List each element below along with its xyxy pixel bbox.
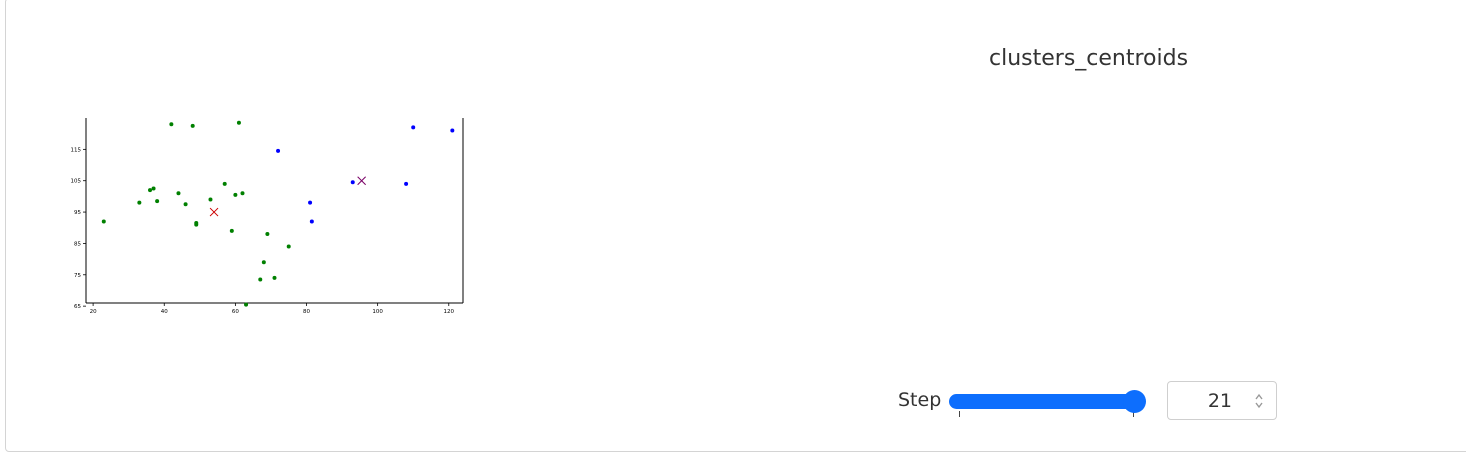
step-value[interactable]: 21 bbox=[1208, 390, 1232, 412]
x-tick-label: 120 bbox=[444, 309, 455, 315]
data-point bbox=[222, 181, 227, 186]
data-point bbox=[244, 302, 249, 307]
data-point bbox=[265, 232, 270, 237]
y-tick-label: 85 bbox=[74, 241, 81, 247]
slider-track[interactable] bbox=[949, 394, 1139, 409]
y-tick-label: 95 bbox=[74, 210, 81, 216]
data-point bbox=[236, 120, 241, 125]
data-point bbox=[404, 181, 409, 186]
centroid-marker bbox=[209, 207, 219, 217]
x-tick-label: 100 bbox=[372, 309, 383, 315]
data-point bbox=[101, 219, 106, 224]
step-label: Step bbox=[898, 389, 942, 411]
data-point bbox=[308, 200, 313, 205]
x-tick-label: 40 bbox=[161, 309, 168, 315]
data-point bbox=[169, 122, 174, 127]
data-point bbox=[148, 188, 153, 193]
data-point bbox=[229, 228, 234, 233]
data-point bbox=[258, 277, 263, 282]
data-point bbox=[176, 191, 181, 196]
data-point bbox=[155, 199, 160, 204]
data-point bbox=[350, 180, 355, 185]
data-point bbox=[272, 275, 277, 280]
centroid-marker bbox=[357, 176, 366, 186]
slider-thumb[interactable] bbox=[1123, 390, 1146, 413]
data-point bbox=[233, 192, 238, 197]
x-tick-label: 80 bbox=[303, 309, 310, 315]
data-point bbox=[194, 222, 199, 227]
data-point bbox=[450, 128, 455, 133]
data-point bbox=[151, 186, 156, 191]
scatter-plot: 20 40 60 80 100 120 65 75 85 95 105 115 bbox=[71, 118, 464, 315]
data-point bbox=[190, 123, 195, 128]
data-point bbox=[286, 244, 291, 249]
y-tick-label: 115 bbox=[71, 147, 82, 153]
data-point bbox=[240, 191, 245, 196]
data-point bbox=[261, 260, 266, 265]
y-tick-label: 65 bbox=[74, 304, 81, 310]
y-tick-label: 75 bbox=[74, 273, 81, 279]
data-point bbox=[137, 200, 142, 205]
data-point bbox=[183, 202, 188, 207]
data-point bbox=[276, 148, 281, 153]
data-point bbox=[411, 125, 416, 130]
y-tick-label: 105 bbox=[71, 179, 82, 185]
data-point bbox=[309, 219, 314, 224]
up-down-arrows-icon[interactable] bbox=[1254, 391, 1264, 411]
plot-title: clusters_centroids bbox=[989, 46, 1189, 71]
x-tick-label: 20 bbox=[90, 309, 97, 315]
data-point bbox=[208, 197, 213, 202]
step-number-input[interactable]: 21 bbox=[1167, 381, 1277, 420]
x-tick-label: 60 bbox=[232, 309, 239, 315]
slider-tick-min bbox=[959, 411, 960, 417]
step-slider[interactable] bbox=[949, 390, 1149, 417]
